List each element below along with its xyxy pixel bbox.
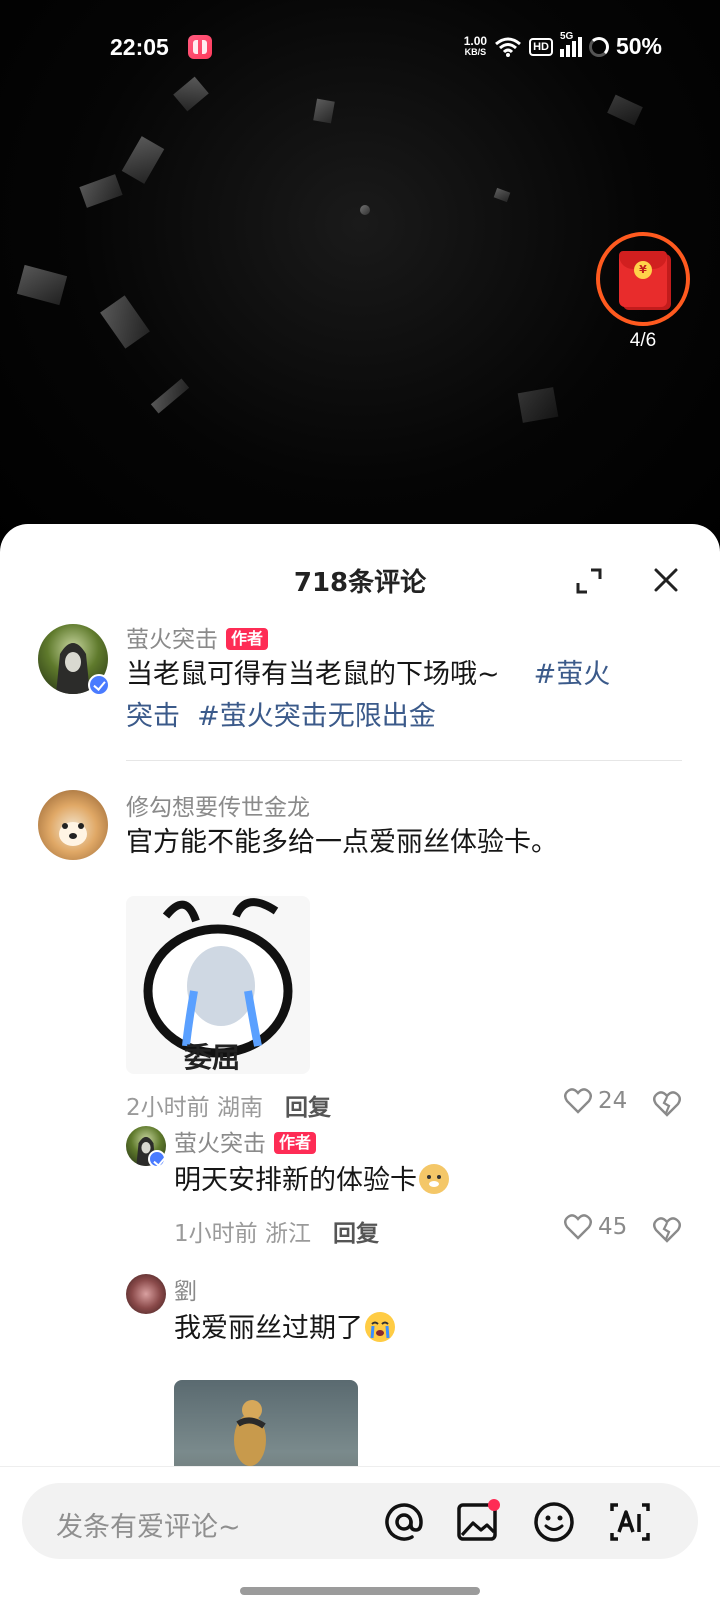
video-shard xyxy=(100,295,150,349)
video-shard xyxy=(313,98,335,124)
like-count: 45 xyxy=(598,1214,628,1240)
comment-text: 当老鼠可得有当老鼠的下场哦~ #萤火 突击 #萤火突击无限出金 xyxy=(126,659,611,732)
crying-emoji xyxy=(365,1312,395,1342)
corgi-icon xyxy=(59,822,87,846)
reply-button[interactable]: 回复 xyxy=(333,1221,379,1247)
network-speed: 1.00 KB/S xyxy=(463,33,488,57)
comment-username[interactable]: 萤火突击 作者 xyxy=(174,1124,317,1158)
divider xyxy=(126,760,682,761)
comment-username[interactable]: 萤火突击 作者 xyxy=(126,620,269,654)
battery-icon xyxy=(588,36,609,57)
red-envelope-button[interactable]: ¥ xyxy=(596,232,690,326)
video-shard xyxy=(121,136,165,184)
video-shard xyxy=(607,94,643,126)
comment-meta: 2小时前 湖南 回复 xyxy=(126,1095,331,1121)
comment-text: 官方能不能多给一点爱丽丝体验卡。 xyxy=(126,827,558,858)
dislike-icon[interactable] xyxy=(652,1090,682,1118)
emoji-icon[interactable] xyxy=(530,1499,578,1545)
status-bar: 22:05 1.00 KB/S HD 5G 50% xyxy=(0,0,720,96)
comment-username[interactable]: 修勾想要传世金龙 xyxy=(126,788,310,822)
sticker-caption: 委屈 xyxy=(184,1041,241,1074)
heart-icon xyxy=(564,1088,592,1114)
verified-icon xyxy=(88,674,110,696)
at-icon[interactable] xyxy=(380,1499,428,1545)
like-button[interactable]: 45 xyxy=(564,1214,627,1240)
battery-percent: 50% xyxy=(615,33,662,59)
expand-icon[interactable] xyxy=(576,568,602,594)
avatar[interactable] xyxy=(38,790,108,860)
close-icon[interactable] xyxy=(652,566,680,594)
home-indicator[interactable] xyxy=(240,1587,480,1595)
status-time: 22:05 xyxy=(110,34,169,60)
reply-button[interactable]: 回复 xyxy=(285,1095,331,1121)
hashtag-link[interactable]: 突击 xyxy=(126,701,180,732)
image-icon[interactable] xyxy=(454,1499,502,1545)
sheet-header: 718条评论 xyxy=(0,524,720,624)
red-envelope-progress: 4/6 xyxy=(629,330,657,351)
comment-username[interactable]: 劉 xyxy=(174,1272,197,1306)
video-shard xyxy=(150,378,190,414)
video-shard xyxy=(493,187,511,203)
red-envelope-icon: ¥ xyxy=(619,251,667,307)
video-shard xyxy=(360,205,370,215)
comment-input[interactable]: 发条有爱评论~ xyxy=(22,1483,698,1559)
heart-icon xyxy=(564,1214,592,1240)
video-player[interactable]: 22:05 1.00 KB/S HD 5G 50% ¥ 4/6 xyxy=(0,0,720,560)
hashtag-link[interactable]: #萤火 xyxy=(534,659,611,690)
video-shard xyxy=(16,264,68,306)
avatar[interactable] xyxy=(126,1274,166,1314)
comment-count-title: 718条评论 xyxy=(293,568,427,598)
hashtag-link[interactable]: #萤火突击无限出金 xyxy=(197,701,436,732)
comment-text: 明天安排新的体验卡 xyxy=(174,1160,674,1202)
verified-icon xyxy=(148,1150,166,1168)
author-badge: 作者 xyxy=(226,628,269,650)
video-shard xyxy=(79,174,123,208)
sticker-image[interactable]: 委屈 xyxy=(126,896,310,1074)
comments-sheet: 718条评论 萤火突击 作者 当老鼠可得有当老鼠的下场哦~ #萤火 突击 #萤火突击… xyxy=(0,524,720,1608)
like-count: 24 xyxy=(598,1088,628,1114)
doge-emoji xyxy=(419,1164,449,1194)
video-shard xyxy=(517,387,559,423)
comment-input-bar: 发条有爱评论~ xyxy=(0,1466,720,1608)
dislike-icon[interactable] xyxy=(652,1216,682,1244)
comment-text: 我爱丽丝过期了 xyxy=(174,1308,674,1350)
wifi-icon xyxy=(495,37,522,57)
author-badge: 作者 xyxy=(274,1132,317,1154)
hd-icon: HD xyxy=(529,37,553,56)
comment-meta: 1小时前 浙江 回复 xyxy=(174,1221,379,1247)
like-button[interactable]: 24 xyxy=(564,1088,627,1114)
ai-icon[interactable] xyxy=(606,1499,654,1545)
signal-icon: 5G xyxy=(559,31,582,57)
comment-input-placeholder: 发条有爱评论~ xyxy=(56,1512,241,1543)
app-notification-icon xyxy=(188,35,212,59)
